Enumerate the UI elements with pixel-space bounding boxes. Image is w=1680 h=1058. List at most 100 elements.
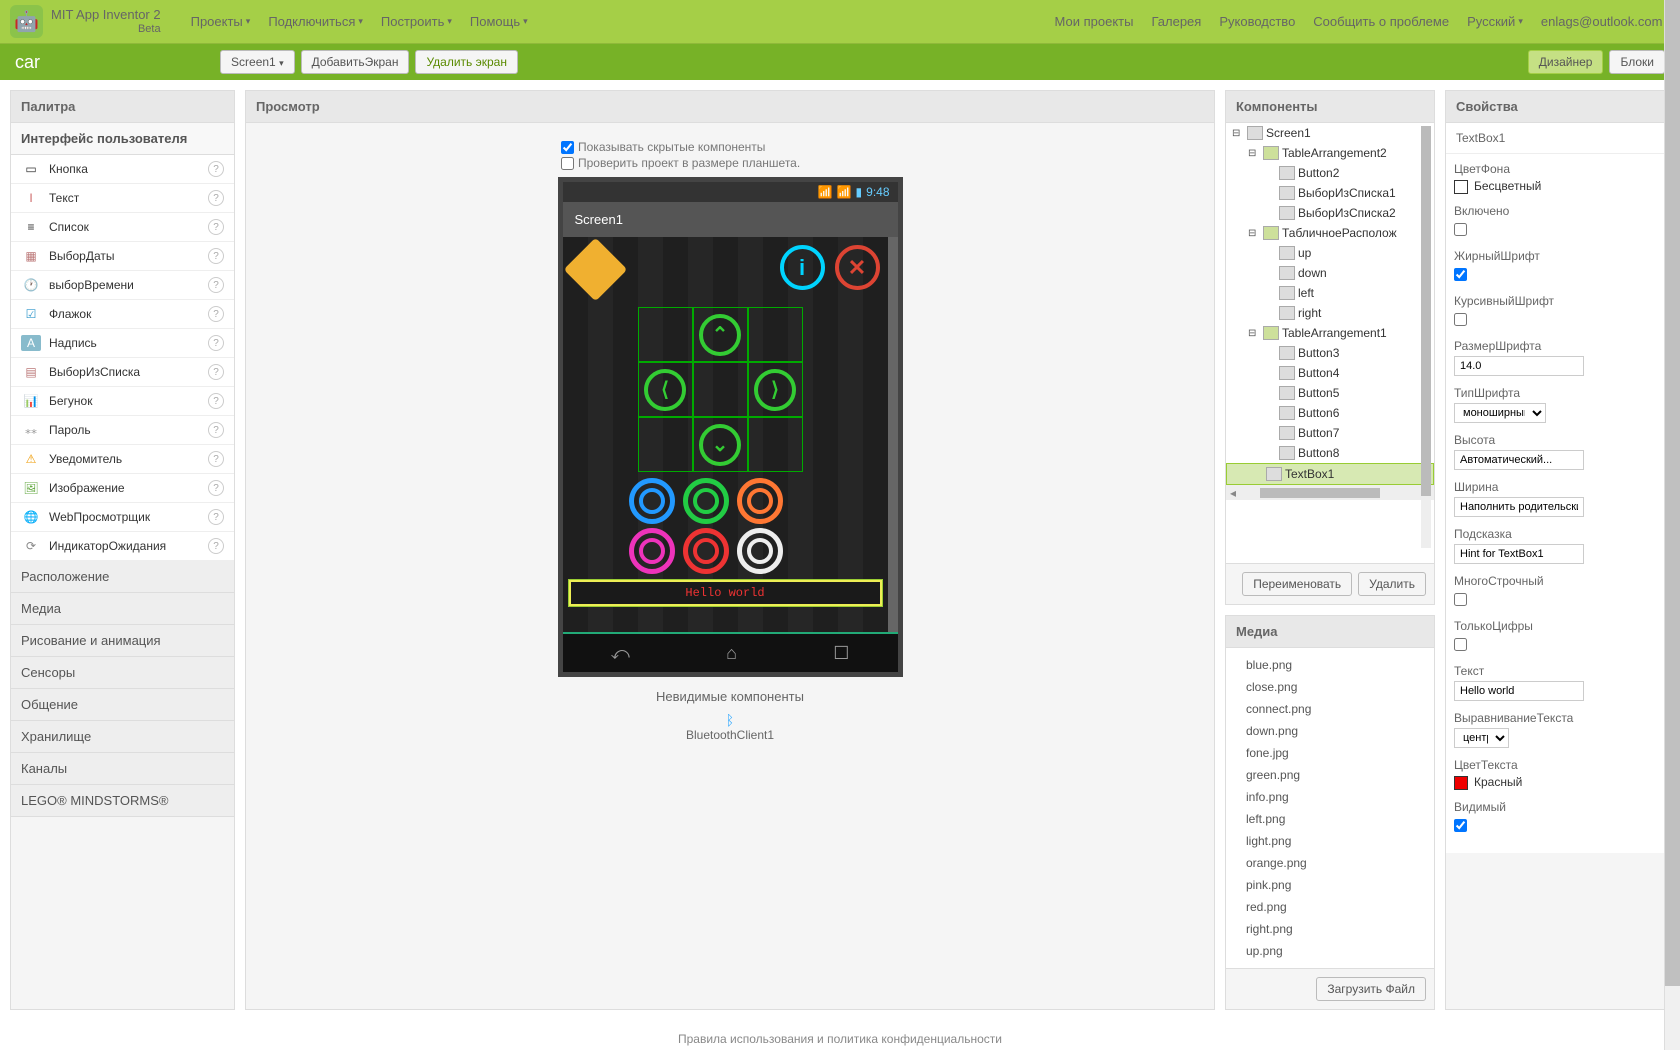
color-orange-button[interactable] (737, 478, 783, 524)
media-file[interactable]: right.png (1226, 918, 1434, 940)
media-file[interactable]: pink.png (1226, 874, 1434, 896)
prop-textcolor-value[interactable]: Красный (1454, 775, 1661, 790)
palette-section-sensors[interactable]: Сенсоры (11, 657, 234, 689)
tree-button8[interactable]: Button8 (1226, 443, 1434, 463)
palette-item-timepicker[interactable]: 🕐выборВремени? (11, 271, 234, 300)
tree-left[interactable]: left (1226, 283, 1434, 303)
show-hidden-checkbox[interactable] (561, 141, 574, 154)
tree-listpicker2[interactable]: ВыборИзСписка2 (1226, 203, 1434, 223)
textbox1-preview[interactable]: Hello world (569, 580, 882, 606)
help-icon[interactable]: ? (208, 509, 224, 525)
left-button[interactable]: ⟨ (644, 369, 686, 411)
tree-screen1[interactable]: ⊟Screen1 (1226, 123, 1434, 143)
delete-button[interactable]: Удалить (1358, 572, 1426, 596)
tree-vscroll[interactable] (1421, 126, 1431, 548)
palette-item-datepicker[interactable]: ▦ВыборДаты? (11, 242, 234, 271)
link-gallery[interactable]: Галерея (1151, 14, 1201, 29)
palette-item-webviewer[interactable]: 🌐WebПросмотрщик? (11, 503, 234, 532)
color-blue-button[interactable] (629, 478, 675, 524)
prop-numonly-checkbox[interactable] (1454, 638, 1467, 651)
palette-item-label[interactable]: AНадпись? (11, 329, 234, 358)
tree-down[interactable]: down (1226, 263, 1434, 283)
media-file[interactable]: orange.png (1226, 852, 1434, 874)
media-file[interactable]: light.png (1226, 830, 1434, 852)
help-icon[interactable]: ? (208, 451, 224, 467)
palette-item-progress[interactable]: ⟳ИндикаторОжидания? (11, 532, 234, 561)
upload-file-button[interactable]: Загрузить Файл (1316, 977, 1426, 1001)
palette-section-media[interactable]: Медиа (11, 593, 234, 625)
help-icon[interactable]: ? (208, 248, 224, 264)
prop-enabled-checkbox[interactable] (1454, 223, 1467, 236)
media-file[interactable]: up.png (1226, 940, 1434, 962)
tree-textbox1[interactable]: TextBox1 (1226, 463, 1434, 485)
down-button[interactable]: ⌄ (699, 424, 741, 466)
palette-item-password[interactable]: ⁎⁎Пароль? (11, 416, 234, 445)
link-guide[interactable]: Руководство (1219, 14, 1295, 29)
color-red-button[interactable] (683, 528, 729, 574)
palette-item-notifier[interactable]: ⚠Уведомитель? (11, 445, 234, 474)
color-green-button[interactable] (683, 478, 729, 524)
media-file[interactable]: green.png (1226, 764, 1434, 786)
help-icon[interactable]: ? (208, 306, 224, 322)
menu-account[interactable]: enlags@outlook.com▾ (1541, 14, 1670, 29)
menu-connect[interactable]: Подключиться▾ (268, 14, 363, 29)
rename-button[interactable]: Переименовать (1242, 572, 1352, 596)
prop-bold-checkbox[interactable] (1454, 268, 1467, 281)
media-file[interactable]: close.png (1226, 676, 1434, 698)
media-file[interactable]: connect.png (1226, 698, 1434, 720)
palette-section-social[interactable]: Общение (11, 689, 234, 721)
help-icon[interactable]: ? (208, 422, 224, 438)
palette-item-button[interactable]: ▭Кнопка? (11, 155, 234, 184)
close-button[interactable]: ✕ (835, 245, 880, 290)
help-icon[interactable]: ? (208, 190, 224, 206)
prop-hint-input[interactable] (1454, 544, 1584, 564)
media-file[interactable]: red.png (1226, 896, 1434, 918)
bluetooth-icon[interactable]: ᛒ (726, 712, 734, 728)
tree-ta2[interactable]: ⊟TableArrangement2 (1226, 143, 1434, 163)
media-file[interactable]: left.png (1226, 808, 1434, 830)
menu-build[interactable]: Построить▾ (381, 14, 452, 29)
link-my-projects[interactable]: Мои проекты (1055, 14, 1134, 29)
tree-hscroll[interactable]: ◂▸ (1226, 485, 1434, 500)
screen-select[interactable]: Screen1 ▾ (220, 50, 295, 74)
link-report[interactable]: Сообщить о проблеме (1313, 14, 1449, 29)
help-icon[interactable]: ? (208, 480, 224, 496)
prop-multiline-checkbox[interactable] (1454, 593, 1467, 606)
palette-item-listpicker[interactable]: ▤ВыборИзСписка? (11, 358, 234, 387)
media-file[interactable]: blue.png (1226, 654, 1434, 676)
tree-ta1[interactable]: ⊟TableArrangement1 (1226, 323, 1434, 343)
help-icon[interactable]: ? (208, 277, 224, 293)
prop-bgcolor-value[interactable]: Бесцветный (1454, 179, 1661, 194)
prop-height-input[interactable] (1454, 450, 1584, 470)
prop-fonttype-select[interactable]: моноширный (1454, 403, 1546, 423)
tree-up[interactable]: up (1226, 243, 1434, 263)
menu-help[interactable]: Помощь▾ (470, 14, 528, 29)
help-icon[interactable]: ? (208, 219, 224, 235)
tree-right[interactable]: right (1226, 303, 1434, 323)
palette-section-lego[interactable]: LEGO® MINDSTORMS® (11, 785, 234, 817)
prop-fontsize-input[interactable] (1454, 356, 1584, 376)
prop-italic-checkbox[interactable] (1454, 313, 1467, 326)
palette-section-channels[interactable]: Каналы (11, 753, 234, 785)
help-icon[interactable]: ? (208, 538, 224, 554)
palette-section-layout[interactable]: Расположение (11, 561, 234, 593)
info-button[interactable]: i (780, 245, 825, 290)
menu-projects[interactable]: Проекты▾ (191, 14, 251, 29)
prop-text-input[interactable] (1454, 681, 1584, 701)
color-pink-button[interactable] (629, 528, 675, 574)
palette-section-storage[interactable]: Хранилище (11, 721, 234, 753)
tree-button6[interactable]: Button6 (1226, 403, 1434, 423)
palette-item-checkbox[interactable]: ☑Флажок? (11, 300, 234, 329)
color-white-button[interactable] (737, 528, 783, 574)
prop-visible-checkbox[interactable] (1454, 819, 1467, 832)
tablet-size-checkbox[interactable] (561, 157, 574, 170)
tree-button4[interactable]: Button4 (1226, 363, 1434, 383)
media-file[interactable]: fone.jpg (1226, 742, 1434, 764)
palette-item-image[interactable]: 🖼Изображение? (11, 474, 234, 503)
help-icon[interactable]: ? (208, 335, 224, 351)
designer-button[interactable]: Дизайнер (1528, 50, 1604, 74)
connect-button[interactable] (563, 238, 627, 302)
components-tree[interactable]: ⊟Screen1 ⊟TableArrangement2 Button2 Выбо… (1226, 123, 1434, 563)
tree-listpicker1[interactable]: ВыборИзСписка1 (1226, 183, 1434, 203)
prop-width-input[interactable] (1454, 497, 1584, 517)
